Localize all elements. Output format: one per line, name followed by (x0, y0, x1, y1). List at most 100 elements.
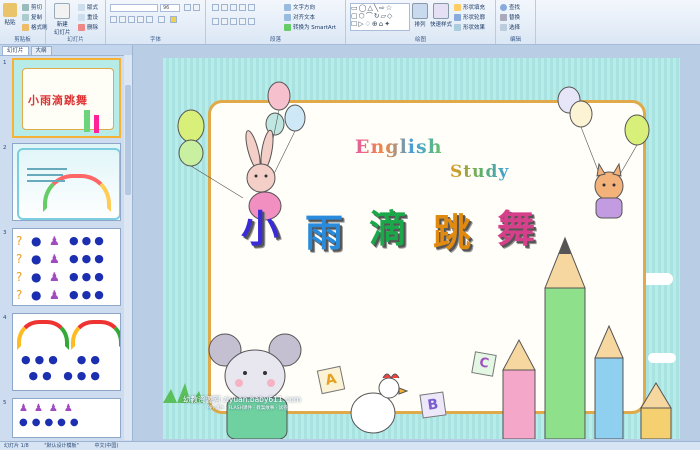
align-right-button[interactable] (230, 18, 237, 25)
thumbnail-scrollbar[interactable] (124, 55, 132, 440)
shape-effects-button[interactable]: 形状效果 (454, 23, 485, 31)
find-icon (500, 3, 507, 11)
paragraph-label: 段落 (269, 37, 281, 43)
letter-block-b: B (419, 391, 447, 419)
find-button[interactable]: 查找 (500, 3, 520, 11)
thumbnail-4[interactable]: ●●● ●● ●● ●●● (12, 313, 121, 391)
text-direction-button[interactable]: 文字方向 (284, 3, 315, 11)
shadow-button[interactable] (146, 16, 153, 23)
slide-position: 幻灯片 1/8 (4, 443, 29, 449)
format-painter-button[interactable]: 格式刷 (22, 23, 48, 31)
thumbnail-2[interactable] (12, 143, 121, 221)
language-indicator: 中文(中国) (94, 443, 119, 449)
thumbnail-title: 小雨滴跳舞 (28, 94, 88, 107)
replace-button[interactable]: 替换 (500, 13, 520, 21)
thumbnail-5[interactable]: ♟♟♟♟ ●●●●● (12, 398, 121, 438)
theme-name: "默认设计模板" (44, 443, 79, 449)
shrink-font-button[interactable] (193, 4, 200, 11)
pen-icon (454, 13, 461, 21)
editing-group: 查找 替换 选择 编辑 (496, 0, 536, 44)
paste-icon (3, 3, 17, 17)
layout-icon (78, 3, 85, 11)
smartart-icon (284, 23, 291, 31)
tab-slides[interactable]: 幻灯片 (2, 46, 29, 55)
slide-title[interactable]: 小雨滴跳舞 (241, 198, 581, 258)
replace-icon (500, 13, 507, 21)
quick-styles-button[interactable]: 快速样式 (430, 3, 452, 28)
rooster (350, 373, 409, 434)
font-label: 字体 (149, 37, 161, 43)
cat (594, 162, 624, 219)
justify-button[interactable] (239, 18, 246, 25)
drawing-group: ▭◯△╲⇨☆ ▢⬡⌒↻▱◇ ☐▷♢⊕⌂✦ 排列 快速样式 形状填充 形状轮廓 形状效… (346, 0, 496, 44)
title-char: 舞 (497, 207, 536, 251)
shape-outline-button[interactable]: 形状轮廓 (454, 13, 485, 21)
arrange-button[interactable]: 排列 (412, 3, 428, 28)
thumbnail-3[interactable]: ???? ● ● ● ● ♟ ♟ ♟ ♟ ●●● ●●● ●●● ●●● (12, 228, 121, 306)
letter-block-a: A (316, 365, 346, 395)
reset-button[interactable]: 重设 (78, 13, 98, 21)
thumbnail-number: 3 (3, 230, 7, 236)
align-center-button[interactable] (221, 18, 228, 25)
quick-styles-icon (433, 3, 449, 19)
increase-indent-button[interactable] (239, 4, 246, 11)
thumbnail-1[interactable]: 小雨滴跳舞 (12, 58, 121, 138)
slide-canvas[interactable]: A B C English Study 小雨滴跳舞 幼教资源网 ziyuan.b… (163, 58, 680, 439)
grow-font-button[interactable] (184, 4, 191, 11)
columns-button[interactable] (248, 18, 255, 25)
english-text: English (355, 136, 443, 158)
strike-button[interactable] (137, 16, 144, 23)
paragraph-group: 文字方向 对齐文本 转换为 SmartArt 段落 (206, 0, 346, 44)
shape-fill-button[interactable]: 形状填充 (454, 3, 485, 11)
line-spacing-button[interactable] (248, 4, 255, 11)
mouse (208, 333, 302, 439)
font-name-combo[interactable] (110, 4, 158, 12)
select-button[interactable]: 选择 (500, 23, 520, 31)
pane-tabs: 幻灯片 大纲 (0, 45, 132, 56)
slides-group: 新建 幻灯片 版式 重设 删除 幻灯片 (46, 0, 106, 44)
align-text-button[interactable]: 对齐文本 (284, 13, 315, 21)
copy-button[interactable]: 复制 (22, 13, 42, 21)
paste-button[interactable]: 粘贴 (3, 3, 17, 26)
copy-icon (22, 13, 29, 21)
thumbnail-number: 5 (3, 400, 7, 406)
thumbnail-number: 1 (3, 60, 7, 66)
english-word: English (355, 136, 443, 158)
underline-button[interactable] (128, 16, 135, 23)
watermark-subtext: PPT课件 · FLASH课件 · 教案故事 · 试卷 (207, 406, 288, 411)
font-color-button[interactable] (170, 16, 177, 23)
slide-thumbnail-pane: 幻灯片 大纲 1 小雨滴跳舞 2 3 ???? ● ● ● ● ♟ ♟ ♟ ♟ ●●● ●●●… (0, 45, 133, 441)
delete-button[interactable]: 删除 (78, 23, 98, 31)
paint-bucket-icon (454, 3, 461, 11)
smartart-button[interactable]: 转换为 SmartArt (284, 23, 336, 31)
study-word: Study (450, 162, 509, 182)
thumbnail-number: 4 (3, 315, 7, 321)
cut-button[interactable]: 剪切 (22, 3, 42, 11)
slides-label: 幻灯片 (67, 37, 84, 43)
decrease-indent-button[interactable] (230, 4, 237, 11)
title-char: 小 (241, 207, 280, 251)
bullets-button[interactable] (212, 4, 219, 11)
scrollbar-thumb[interactable] (125, 85, 131, 195)
balloons-left (177, 81, 306, 199)
balloons-right (557, 86, 650, 177)
italic-button[interactable] (119, 16, 126, 23)
new-slide-button[interactable]: 新建 幻灯片 (54, 3, 71, 36)
clipboard-label: 剪贴板 (14, 37, 31, 43)
numbering-button[interactable] (221, 4, 228, 11)
font-size-combo[interactable]: 96 (160, 4, 180, 12)
drawing-label: 绘图 (414, 37, 426, 43)
tab-outline[interactable]: 大纲 (30, 46, 52, 55)
delete-icon (78, 23, 85, 31)
shapes-gallery[interactable]: ▭◯△╲⇨☆ ▢⬡⌒↻▱◇ ☐▷♢⊕⌂✦ (350, 3, 410, 31)
align-text-icon (284, 13, 291, 21)
thumbnail-number: 2 (3, 145, 7, 151)
char-spacing-button[interactable] (158, 16, 165, 23)
layout-button[interactable]: 版式 (78, 3, 98, 11)
text-direction-icon (284, 3, 291, 11)
title-char: 滴 (369, 207, 408, 251)
new-slide-icon (54, 3, 71, 19)
title-char: 跳 (433, 211, 472, 255)
bold-button[interactable] (110, 16, 117, 23)
align-left-button[interactable] (212, 18, 219, 25)
